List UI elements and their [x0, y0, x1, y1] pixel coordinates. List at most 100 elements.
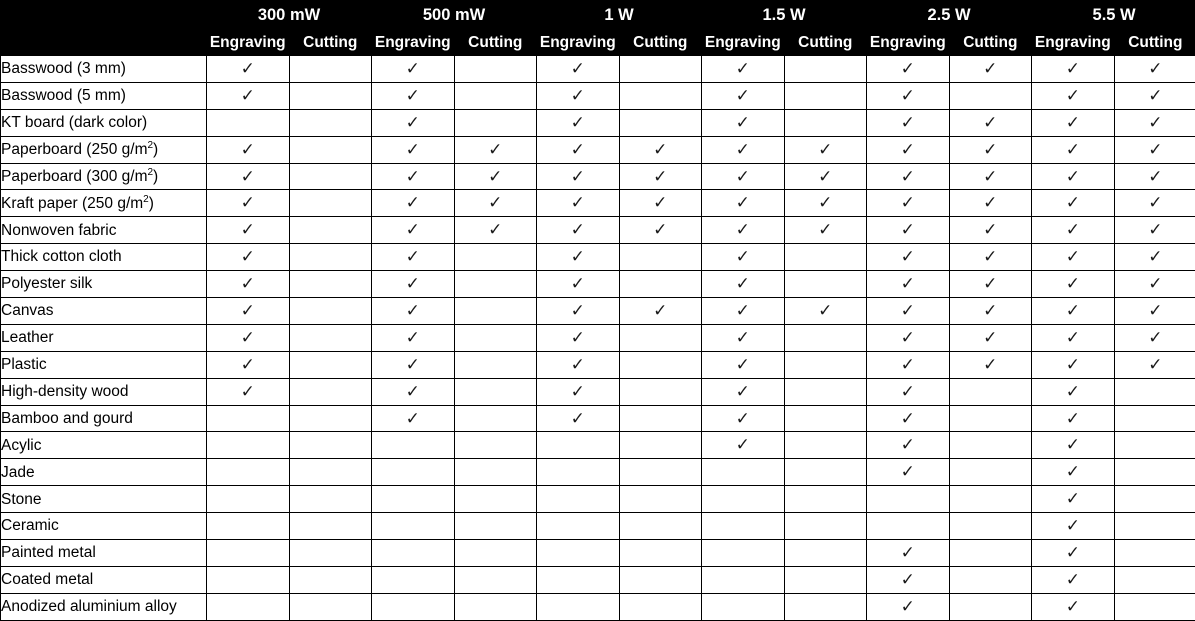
material-label: Basswood (5 mm) — [0, 81, 207, 110]
table-row: Polyester silk ✓ ✓ ✓ ✓ ✓ ✓ ✓ ✓ — [0, 270, 1195, 299]
cell-supported: ✓ — [866, 404, 950, 433]
cell-supported: ✓ — [536, 81, 620, 110]
cell-empty — [206, 485, 290, 514]
material-label: Painted metal — [0, 539, 207, 567]
check-icon: ✓ — [1065, 489, 1080, 510]
cell-supported: ✓ — [1031, 512, 1115, 541]
cell-empty — [866, 485, 950, 514]
cell-empty — [288, 431, 373, 460]
cell-supported: ✓ — [866, 270, 950, 299]
check-icon: ✓ — [653, 300, 668, 321]
cell-supported: ✓ — [618, 216, 703, 245]
cell-empty — [453, 592, 538, 621]
cell-supported: ✓ — [206, 162, 290, 191]
cell-supported: ✓ — [1113, 243, 1195, 272]
cell-empty — [288, 162, 373, 191]
cell-supported: ✓ — [206, 189, 290, 218]
check-icon: ✓ — [570, 112, 585, 133]
power-group-header: 300 mW — [205, 0, 373, 31]
cell-supported: ✓ — [1031, 189, 1115, 218]
check-icon: ✓ — [900, 408, 915, 429]
cell-empty — [288, 512, 373, 541]
cell-empty — [618, 485, 703, 514]
check-icon: ✓ — [818, 193, 833, 214]
mode-header-cutting: Cutting — [1113, 30, 1195, 56]
check-icon: ✓ — [983, 193, 998, 214]
material-label: KT board (dark color) — [0, 108, 207, 137]
cell-empty — [453, 323, 538, 352]
cell-supported: ✓ — [701, 189, 785, 218]
check-icon: ✓ — [818, 166, 833, 187]
cell-empty — [866, 512, 950, 541]
cell-empty — [288, 216, 373, 245]
cell-empty — [783, 323, 868, 352]
mode-header-cutting: Cutting — [948, 30, 1033, 56]
cell-empty — [371, 458, 455, 487]
cell-supported: ✓ — [948, 297, 1033, 325]
cell-empty — [536, 512, 620, 541]
cell-supported: ✓ — [783, 162, 868, 191]
check-icon: ✓ — [1065, 435, 1080, 456]
cell-supported: ✓ — [701, 323, 785, 352]
cell-supported: ✓ — [701, 243, 785, 272]
table-row: Bamboo and gourd ✓ ✓ ✓ ✓ ✓ — [0, 404, 1195, 433]
cell-supported: ✓ — [618, 162, 703, 191]
table-row: Thick cotton cloth ✓ ✓ ✓ ✓ ✓ ✓ ✓ ✓ — [0, 243, 1195, 272]
check-icon: ✓ — [900, 596, 915, 617]
power-group-header: 5.5 W — [1031, 0, 1195, 31]
mode-header-cutting: Cutting — [288, 30, 373, 56]
cell-supported: ✓ — [948, 135, 1033, 164]
cell-empty — [288, 404, 373, 433]
cell-empty — [783, 458, 868, 487]
check-icon: ✓ — [1148, 300, 1163, 321]
table-row: Nonwoven fabric ✓ ✓ ✓ ✓ ✓ ✓ ✓ ✓ ✓ ✓ ✓ — [0, 216, 1195, 245]
cell-empty — [618, 243, 703, 272]
cell-empty — [288, 108, 373, 137]
cell-empty — [453, 404, 538, 433]
cell-empty — [206, 458, 290, 487]
check-icon: ✓ — [983, 112, 998, 133]
check-icon: ✓ — [240, 166, 255, 187]
cell-empty — [453, 458, 538, 487]
cell-supported: ✓ — [536, 323, 620, 352]
cell-supported: ✓ — [536, 162, 620, 191]
cell-empty — [371, 539, 455, 567]
cell-empty — [783, 108, 868, 137]
check-icon: ✓ — [735, 139, 750, 160]
cell-supported: ✓ — [948, 189, 1033, 218]
cell-supported: ✓ — [206, 55, 290, 83]
table-row: Anodized aluminium alloy ✓ ✓ — [0, 592, 1195, 621]
cell-supported: ✓ — [866, 108, 950, 137]
check-icon: ✓ — [653, 166, 668, 187]
cell-empty — [453, 297, 538, 325]
check-icon: ✓ — [1065, 408, 1080, 429]
cell-supported: ✓ — [866, 350, 950, 379]
cell-empty — [701, 512, 785, 541]
cell-empty — [783, 350, 868, 379]
check-icon: ✓ — [1065, 85, 1080, 106]
cell-empty — [288, 243, 373, 272]
cell-supported: ✓ — [536, 55, 620, 83]
check-icon: ✓ — [1148, 139, 1163, 160]
cell-empty — [453, 565, 538, 594]
cell-empty — [1113, 539, 1195, 567]
material-label: Paperboard (300 g/m2) — [0, 162, 207, 191]
cell-supported: ✓ — [1031, 458, 1115, 487]
cell-supported: ✓ — [1031, 323, 1115, 352]
check-icon: ✓ — [240, 354, 255, 375]
cell-empty — [783, 485, 868, 514]
mode-header-engraving: Engraving — [701, 30, 785, 56]
check-icon: ✓ — [1148, 220, 1163, 241]
cell-empty — [1113, 458, 1195, 487]
check-icon: ✓ — [1065, 220, 1080, 241]
cell-supported: ✓ — [701, 350, 785, 379]
cell-supported: ✓ — [206, 81, 290, 110]
cell-supported: ✓ — [701, 431, 785, 460]
check-icon: ✓ — [405, 139, 420, 160]
material-label: Coated metal — [0, 565, 207, 594]
cell-empty — [618, 108, 703, 137]
material-label: Anodized aluminium alloy — [0, 592, 207, 621]
table-row: High-density wood ✓ ✓ ✓ ✓ ✓ ✓ — [0, 377, 1195, 406]
check-icon: ✓ — [570, 381, 585, 402]
check-icon: ✓ — [1065, 327, 1080, 348]
